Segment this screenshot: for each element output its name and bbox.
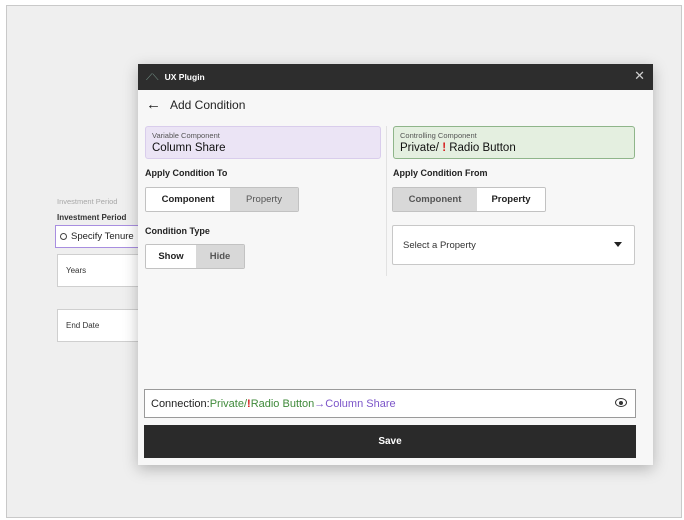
connection-from-prefix: Private/ — [209, 397, 248, 410]
close-icon[interactable]: ✕ — [634, 69, 645, 83]
chevron-down-icon — [614, 242, 622, 247]
bg-label: Investment Period — [57, 213, 127, 222]
condition-type-label: Condition Type — [145, 226, 210, 236]
apply-from-toggle: Component Property — [392, 187, 546, 212]
apply-to-property[interactable]: Property — [230, 188, 298, 211]
condition-hide[interactable]: Hide — [196, 245, 244, 268]
bg-radio-specify-tenure[interactable]: Specify Tenure — [55, 225, 139, 248]
bg-radio-label: Specify Tenure — [71, 231, 134, 242]
condition-show[interactable]: Show — [146, 245, 196, 268]
save-button[interactable]: Save — [144, 425, 636, 458]
plugin-logo-icon: ⟋⟍ — [146, 71, 159, 82]
apply-from-property[interactable]: Property — [477, 188, 545, 211]
connection-summary: Connection: Private/ ! Radio Button → Co… — [144, 389, 636, 418]
connection-arrow: → — [314, 397, 326, 410]
controlling-component-box[interactable]: Controlling Component Private/ ! Radio B… — [393, 126, 635, 159]
property-select[interactable]: Select a Property — [392, 225, 635, 265]
apply-from-component[interactable]: Component — [393, 188, 477, 211]
variable-component-label: Variable Component — [152, 131, 220, 140]
apply-to-toggle: Component Property — [145, 187, 299, 212]
controlling-prefix: Private/ — [400, 142, 443, 154]
column-divider — [386, 126, 387, 276]
modal-titlebar: ⟋⟍ UX Plugin ✕ — [138, 64, 653, 90]
back-row: ← Add Condition — [146, 97, 246, 112]
back-arrow-icon[interactable]: ← — [146, 97, 161, 112]
variable-component-box[interactable]: Variable Component Column Share — [145, 126, 381, 159]
condition-type-toggle: Show Hide — [145, 244, 245, 269]
connection-to: Column Share — [325, 397, 396, 410]
radio-icon — [60, 233, 67, 240]
controlling-component-label: Controlling Component — [400, 131, 477, 140]
modal-title: UX Plugin — [164, 72, 205, 82]
bg-label-light: Investment Period — [57, 197, 118, 206]
property-select-value: Select a Property — [403, 239, 476, 251]
connection-label: Connection: — [151, 397, 210, 410]
controlling-component-value: Private/ ! Radio Button — [400, 142, 628, 154]
apply-to-label: Apply Condition To — [145, 168, 228, 178]
eye-icon[interactable] — [615, 398, 627, 407]
page-title: Add Condition — [170, 98, 246, 112]
connection-from-suffix: Radio Button — [250, 397, 315, 410]
controlling-suffix: Radio Button — [446, 142, 516, 154]
variable-component-value: Column Share — [152, 142, 226, 154]
apply-to-component[interactable]: Component — [146, 188, 230, 211]
apply-from-label: Apply Condition From — [393, 168, 488, 178]
add-condition-modal: ⟋⟍ UX Plugin ✕ ← Add Condition Variable … — [138, 64, 653, 465]
